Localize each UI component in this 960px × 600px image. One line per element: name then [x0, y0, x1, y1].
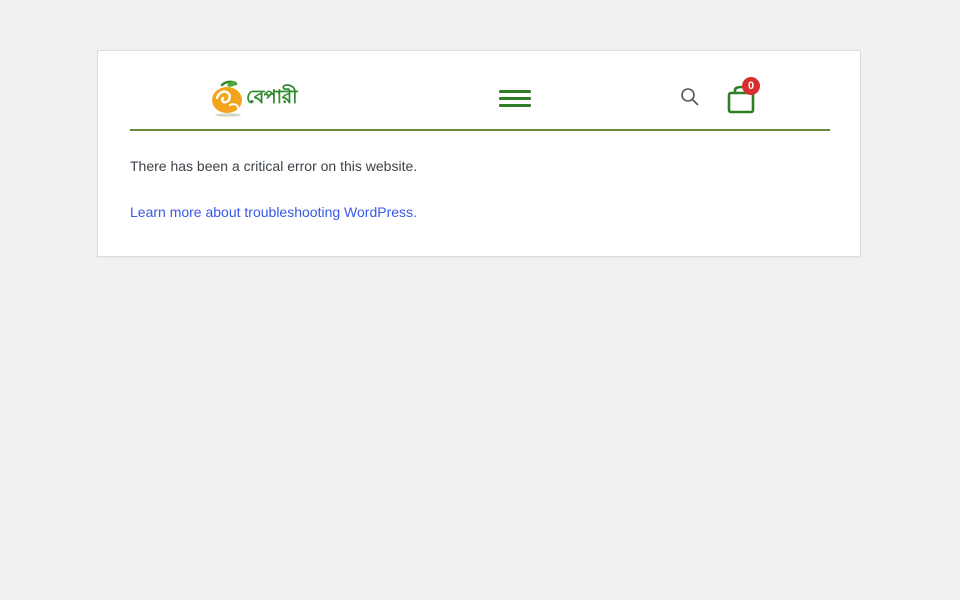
cart-count-badge: 0 — [742, 77, 760, 95]
logo-wordmark: বেপারী — [246, 86, 298, 108]
critical-error-message: There has been a critical error on this … — [130, 158, 418, 174]
hamburger-menu-button[interactable] — [499, 90, 531, 108]
hamburger-menu-icon — [499, 90, 531, 108]
troubleshooting-link[interactable]: Learn more about troubleshooting WordPre… — [130, 204, 417, 220]
mango-logo-icon — [212, 80, 242, 117]
error-card: বেপারী 0 There has been a critical error… — [97, 50, 861, 257]
search-icon — [681, 88, 699, 106]
site-logo[interactable]: বেপারী — [208, 79, 304, 119]
search-button[interactable] — [680, 87, 700, 107]
cart-button[interactable]: 0 — [726, 77, 760, 114]
site-header: বেপারী 0 — [130, 51, 830, 131]
